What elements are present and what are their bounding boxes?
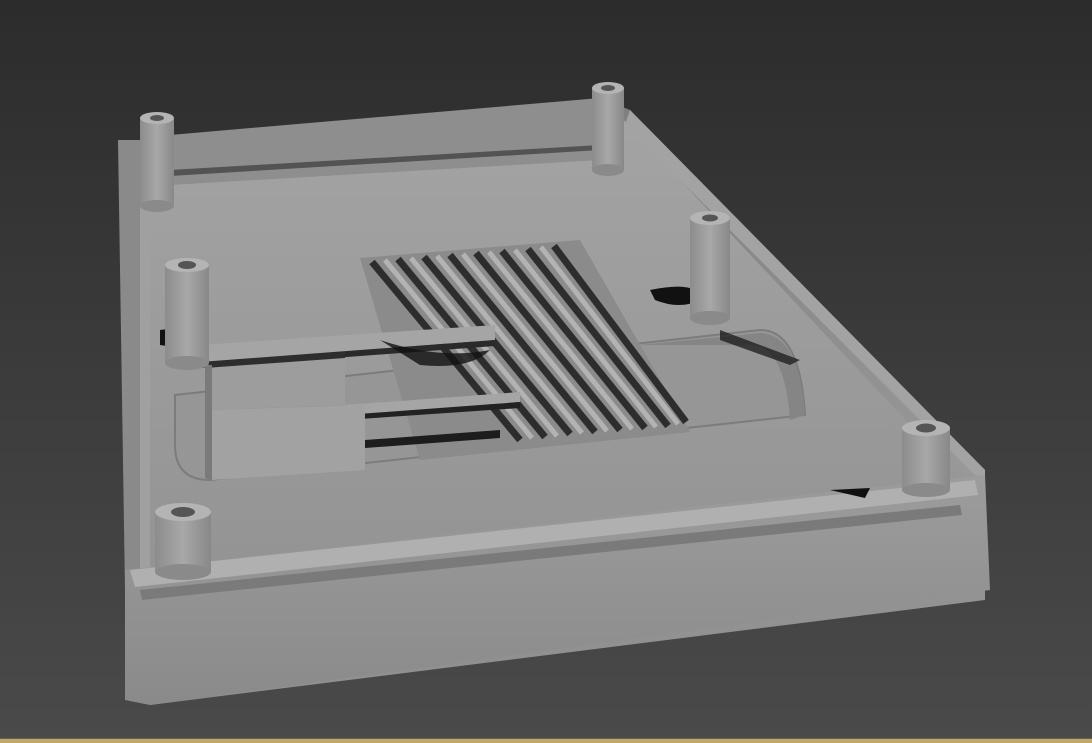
post-back-right xyxy=(592,82,624,176)
post-mid-left xyxy=(165,258,209,370)
port-block xyxy=(205,352,365,480)
post-front-right xyxy=(902,420,950,497)
post-back-left xyxy=(140,112,174,212)
viewport-active-border xyxy=(0,738,1092,743)
3d-viewport[interactable] xyxy=(0,0,1092,743)
post-front-left xyxy=(155,503,211,580)
enclosure-model xyxy=(118,82,990,705)
post-mid-right xyxy=(690,211,730,325)
